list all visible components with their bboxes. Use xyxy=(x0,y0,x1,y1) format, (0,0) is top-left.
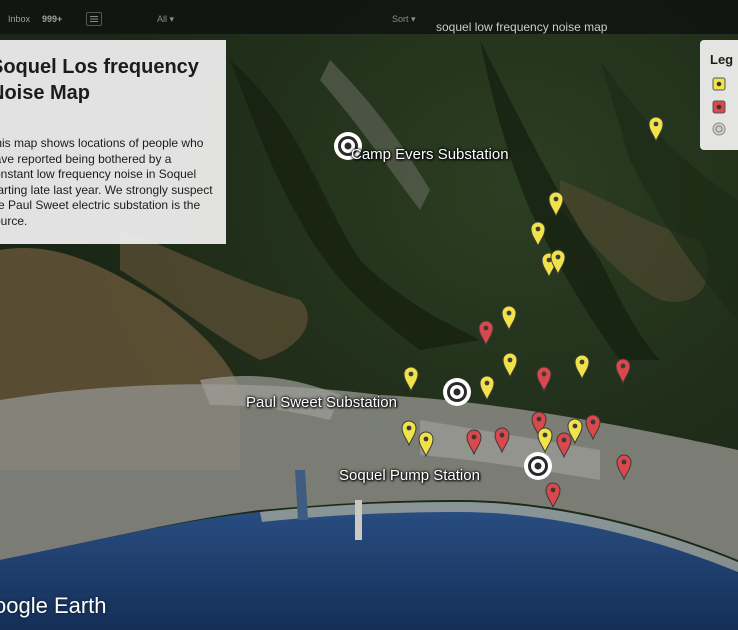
yellow-report-marker-icon[interactable] xyxy=(479,375,495,402)
google-earth-logo: oogle Earth xyxy=(0,593,107,618)
paul-sweet-target-icon[interactable] xyxy=(443,378,471,406)
yellow-report-marker-icon[interactable] xyxy=(530,221,546,248)
red-report-marker-icon[interactable] xyxy=(466,429,482,456)
yellow-report-marker-icon[interactable] xyxy=(418,431,434,458)
yellow-report-marker-icon[interactable] xyxy=(537,427,553,454)
map-overlay xyxy=(334,116,664,509)
soquel-pump-station-label: Soquel Pump Station xyxy=(339,467,480,484)
red-report-marker-icon[interactable] xyxy=(556,432,572,459)
yellow-report-marker-icon[interactable] xyxy=(574,354,590,381)
yellow-report-marker-icon[interactable] xyxy=(548,191,564,218)
red-report-marker-icon[interactable] xyxy=(585,414,601,441)
red-report-marker-icon[interactable] xyxy=(616,454,632,481)
red-report-marker-icon[interactable] xyxy=(545,482,561,509)
yellow-report-marker-icon[interactable] xyxy=(403,366,419,393)
red-report-marker-icon[interactable] xyxy=(615,358,631,385)
yellow-report-marker-icon[interactable] xyxy=(501,305,517,332)
red-report-marker-icon[interactable] xyxy=(536,366,552,393)
soquel-pump-target-icon[interactable] xyxy=(524,452,552,480)
paul-sweet-substation-label: Paul Sweet Substation xyxy=(246,394,397,411)
red-report-marker-icon[interactable] xyxy=(494,427,510,454)
red-report-marker-icon[interactable] xyxy=(478,320,494,347)
yellow-report-marker-icon[interactable] xyxy=(401,420,417,447)
camp-evers-substation-label: Camp Evers Substation xyxy=(351,146,509,163)
yellow-report-marker-icon[interactable] xyxy=(648,116,664,143)
yellow-report-marker-icon[interactable] xyxy=(502,352,518,379)
yellow-report-marker-icon[interactable] xyxy=(550,249,566,276)
